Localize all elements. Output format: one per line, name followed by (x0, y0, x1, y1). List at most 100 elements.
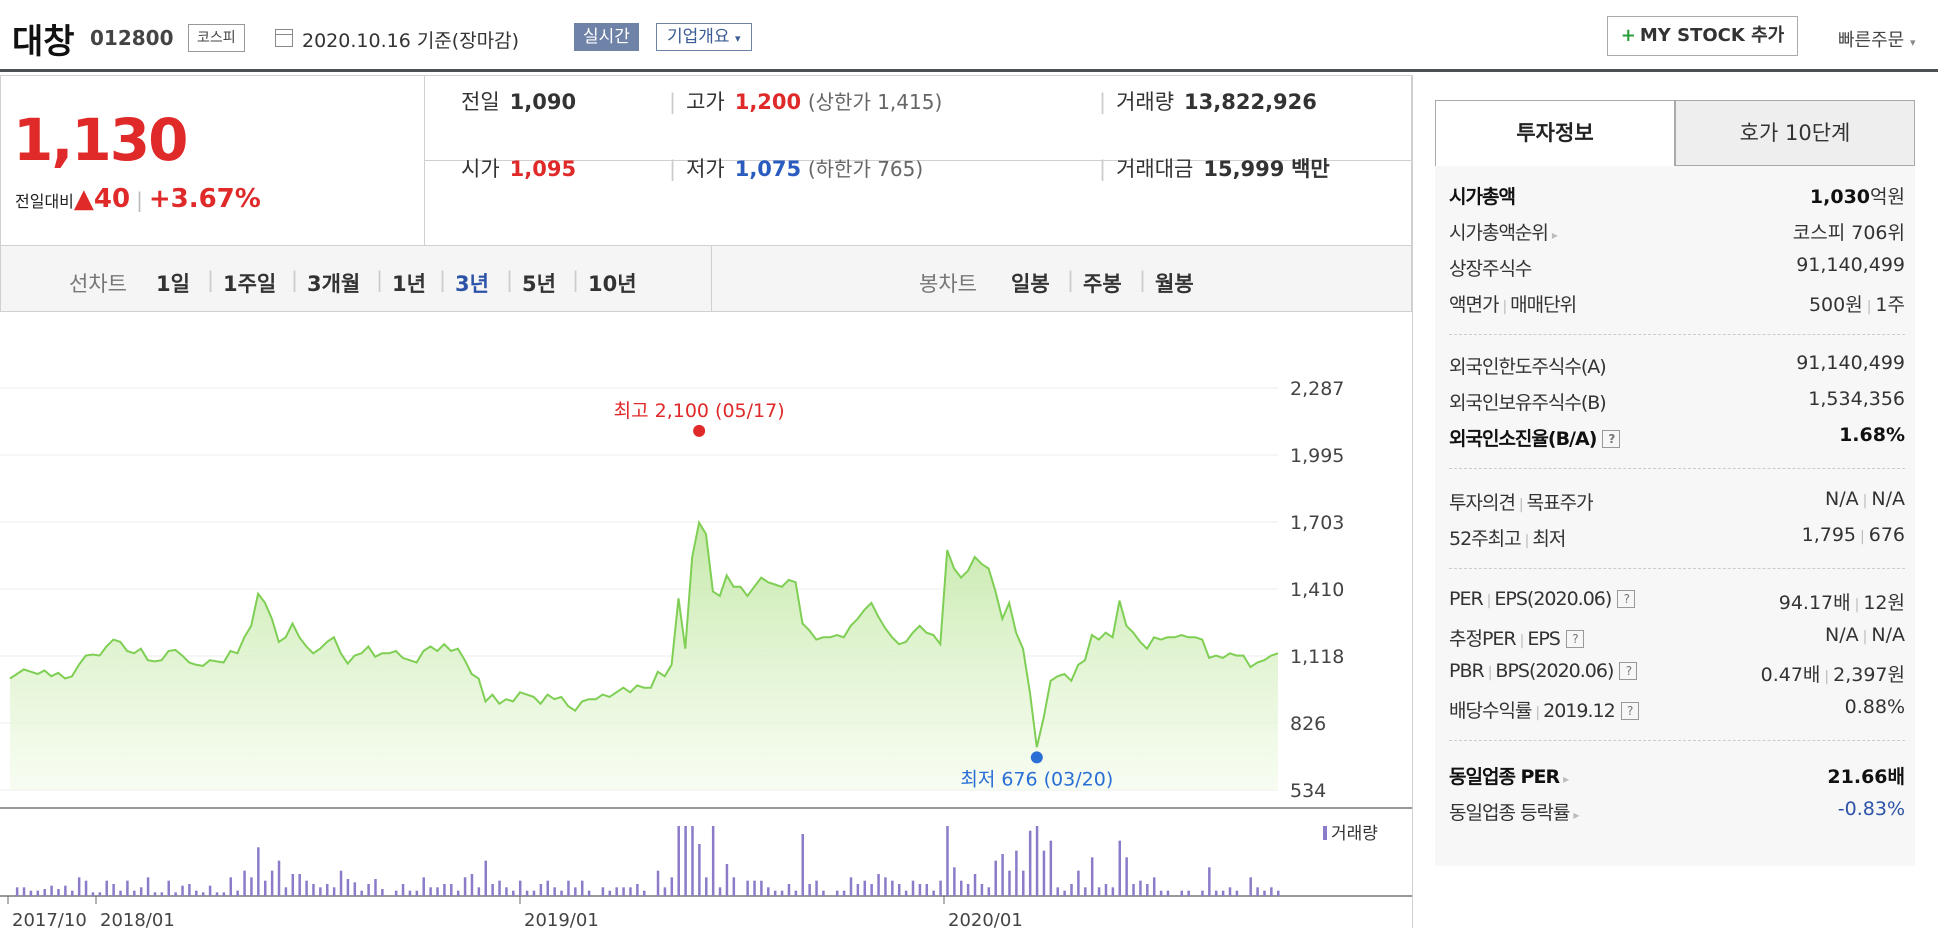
realtime-button[interactable]: 실시간 (574, 23, 639, 51)
volume-bar (1132, 884, 1135, 896)
quick-order-label: 빠른주문 (1838, 30, 1905, 51)
volume-bar (629, 887, 632, 896)
tab-3y[interactable]: 3년 (455, 268, 489, 298)
volume-bar (332, 887, 336, 896)
volume-bar (835, 890, 839, 896)
foreign-ratio-value: 1.68% (1839, 424, 1905, 446)
tab-10y[interactable]: 10년 (588, 268, 637, 298)
volume-bar (856, 884, 860, 896)
volume-bar (684, 826, 687, 896)
volume-bar (1104, 884, 1108, 896)
max-annotation: 최고 2,100 (05/17) (614, 400, 785, 422)
ind-per-value: 21.66배 (1827, 766, 1905, 788)
volume-bar (1146, 884, 1149, 896)
tab-invest-info[interactable]: 투자정보 (1435, 100, 1675, 166)
divider: | (1067, 268, 1075, 292)
volume-bar (436, 887, 439, 896)
target-value: N/A (1871, 488, 1905, 510)
volume-bar (133, 890, 136, 896)
volume-bar (546, 880, 550, 896)
industry-per-row[interactable]: 동일업종 PER ▸ 21.66배 (1449, 762, 1905, 792)
bps-value: 2,397원 (1833, 664, 1905, 686)
volume-bar (1125, 857, 1128, 896)
est-per-row: 추정PER | EPS? N/A | N/A (1449, 624, 1905, 650)
chevron-right-icon: ▸ (1573, 808, 1579, 822)
tab-5y[interactable]: 5년 (522, 268, 556, 298)
volume-bar (518, 880, 522, 896)
help-icon[interactable]: ? (1617, 590, 1636, 608)
my-stock-label: MY STOCK 추가 (1639, 25, 1785, 46)
volume-bar (870, 884, 873, 896)
volume-bar (794, 890, 798, 896)
volume-bar (891, 880, 894, 896)
volume-bar (760, 880, 763, 896)
tab-1w[interactable]: 1주일 (223, 268, 276, 298)
volume-bar (394, 890, 398, 896)
volume-bar (146, 877, 150, 896)
market-cap-rank-row[interactable]: 시가총액순위 ▸ 코스피 706위 (1449, 218, 1905, 248)
tab-3m[interactable]: 3개월 (307, 268, 360, 298)
volume-bar (346, 879, 350, 896)
industry-change-row[interactable]: 동일업종 등락률 ▸ -0.83% (1449, 798, 1905, 828)
volume-bar (512, 890, 515, 896)
volume-bar (718, 887, 722, 896)
tab-monthly[interactable]: 월봉 (1155, 268, 1194, 298)
volume-bar (863, 880, 867, 896)
est-per-label: 추정PER (1449, 628, 1517, 650)
tab-orderbook-10[interactable]: 호가 10단계 (1675, 100, 1915, 166)
volume-bar (305, 880, 308, 896)
price-chart: 최고 2,100 (05/17) 최저 676 (03/20) 2,287 1,9… (0, 312, 1412, 928)
volume-bar (925, 884, 929, 896)
tab-1y[interactable]: 1년 (392, 268, 426, 298)
x-tick-label: 2018/01 (100, 910, 175, 928)
volume-bar (415, 890, 419, 896)
volume-bar (339, 870, 343, 896)
tab-daily[interactable]: 일봉 (1011, 268, 1050, 298)
volume-bar (725, 864, 729, 896)
tab-1d[interactable]: 1일 (156, 268, 190, 298)
calendar-icon (275, 29, 293, 47)
min-annotation: 최저 676 (03/20) (960, 768, 1113, 790)
volume-bar (456, 890, 460, 896)
divider: | (572, 268, 580, 292)
opinion-value: N/A (1825, 488, 1859, 510)
investment-info-panel: 투자정보 호가 10단계 시가총액 1,030억원 시가총액순위 ▸ 코스피 70… (1412, 75, 1938, 928)
company-info-dropdown[interactable]: 기업개요 ▾ (656, 23, 752, 51)
volume-bar (1277, 890, 1280, 896)
volume-bar (36, 890, 40, 896)
volume-bar (746, 880, 749, 896)
pbr-row: PBR | BPS(2020.06)? 0.47배 | 2,397원 (1449, 660, 1905, 686)
unit-label: 매매단위 (1510, 294, 1577, 316)
volume-bar (1214, 890, 1218, 896)
volume-legend: 거래량 (1331, 824, 1378, 844)
current-price-panel: 1,130 전일대비▲40 | +3.67% (1, 76, 425, 245)
divider (711, 246, 712, 311)
stock-code: 012800 (90, 26, 174, 50)
volume-bar (222, 892, 226, 896)
volume-bar (663, 887, 667, 896)
volume-bar (1090, 857, 1094, 896)
diff-value: 40 (93, 184, 131, 214)
help-icon[interactable]: ? (1602, 430, 1621, 448)
volume-bar (236, 890, 239, 896)
volume-bar (1097, 887, 1101, 896)
volume-label: 거래량 (1116, 90, 1175, 114)
volume-bar (1035, 826, 1039, 896)
tab-weekly[interactable]: 주봉 (1083, 268, 1122, 298)
quick-order-dropdown[interactable]: 빠른주문 ▾ (1838, 26, 1916, 52)
foreign-limit-value: 91,140,499 (1796, 352, 1905, 374)
open-label: 시가 (461, 157, 500, 181)
volume-bar (587, 890, 591, 896)
volume-bar (463, 877, 467, 896)
help-icon[interactable]: ? (1619, 662, 1638, 680)
volume-bar (1111, 887, 1115, 896)
volume-bar (849, 877, 853, 896)
volume-bar (29, 890, 33, 896)
volume-bar (277, 860, 281, 896)
market-cap-row: 시가총액 1,030억원 (1449, 182, 1905, 212)
my-stock-add-button[interactable]: + MY STOCK 추가 (1607, 16, 1798, 56)
help-icon[interactable]: ? (1565, 630, 1584, 648)
help-icon[interactable]: ? (1620, 702, 1639, 720)
volume-bar (1084, 887, 1087, 896)
volume-bar (181, 885, 184, 896)
